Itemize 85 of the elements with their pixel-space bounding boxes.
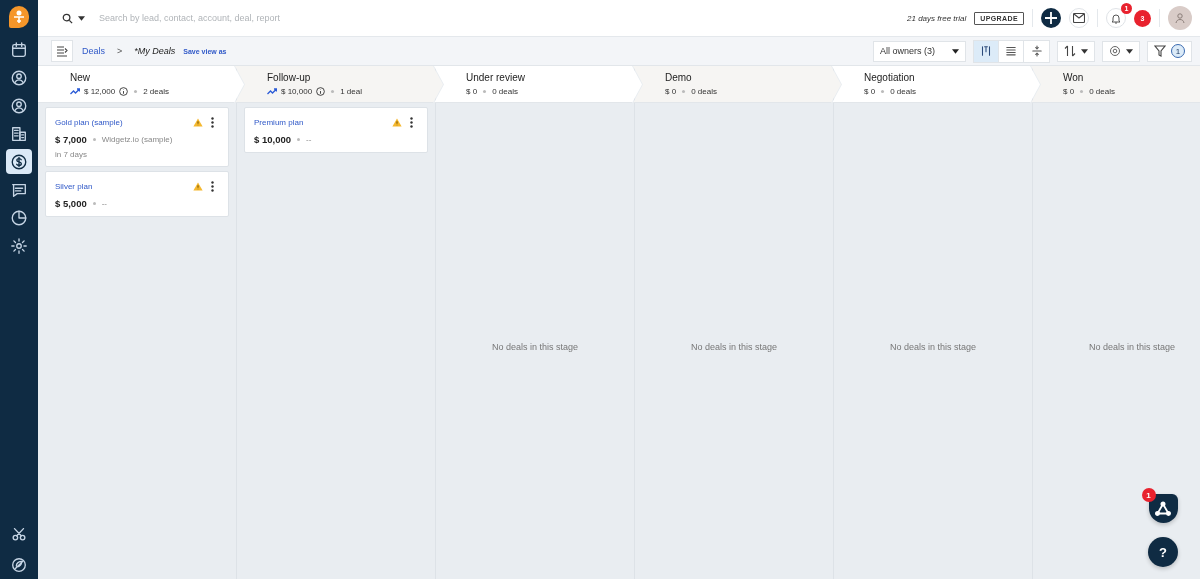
view-mode-button[interactable] — [1024, 40, 1049, 62]
pie-chart-icon — [10, 208, 28, 227]
trial-text: 21 days free trial — [907, 13, 967, 23]
deal-card[interactable]: Gold plan (sample) $ 7,000 Widgetz.io (sample) in 7 days — [45, 107, 229, 167]
deal-title[interactable]: Gold plan (sample) — [55, 118, 185, 127]
assistant-button[interactable] — [1148, 494, 1178, 523]
building-icon — [10, 124, 28, 143]
help-button[interactable]: ? — [1148, 537, 1178, 567]
logo-icon[interactable] — [9, 6, 29, 28]
notifications-button[interactable] — [1106, 8, 1126, 28]
calendar-icon — [10, 40, 28, 59]
deal-count: 1 deal — [340, 87, 362, 96]
due-text: in 7 days — [55, 150, 89, 159]
stage-amount: $ 12,000 — [84, 87, 116, 96]
stage-amount: $ 10,000 — [281, 87, 313, 96]
deal-amount: $ 7,000 — [55, 134, 87, 145]
settings-button[interactable] — [1102, 40, 1140, 62]
notification-badge: 1 — [1141, 488, 1156, 502]
bell-icon — [1110, 12, 1122, 24]
caret-icon — [78, 15, 85, 21]
view-mode-button[interactable] — [974, 40, 999, 62]
stage-name: Demo — [665, 72, 693, 83]
caret-icon — [1081, 48, 1088, 54]
deal-card[interactable]: Silver plan $ 5,000 -- — [45, 171, 229, 217]
sort-button[interactable] — [1057, 40, 1095, 62]
nav-item[interactable] — [6, 149, 32, 174]
mail-button[interactable] — [1069, 8, 1089, 28]
breadcrumb-separator: > — [117, 46, 123, 56]
empty-stage-text: No deals in this stage — [491, 342, 579, 352]
filter-icon — [1154, 45, 1166, 57]
info-icon[interactable] — [316, 87, 326, 96]
deal-count: 0 deals — [1089, 87, 1115, 96]
deal-amount: $ 10,000 — [254, 134, 291, 145]
plus-icon — [1044, 11, 1058, 25]
stage-name: Follow-up — [267, 72, 312, 83]
view-name: *My Deals — [134, 46, 176, 56]
info-icon[interactable] — [119, 87, 129, 96]
deal-title[interactable]: Silver plan — [55, 182, 185, 191]
caret-icon — [1126, 48, 1133, 54]
stage-amount: $ 0 — [1063, 87, 1075, 96]
deal-count: 0 deals — [890, 87, 916, 96]
more-options-icon[interactable] — [211, 117, 214, 128]
more-options-icon[interactable] — [410, 117, 413, 128]
company-name: -- — [306, 135, 312, 144]
stage-amount: $ 0 — [864, 87, 876, 96]
view-mode-toggle[interactable] — [973, 39, 1050, 63]
empty-stage-text: No deals in this stage — [1088, 342, 1176, 352]
caret-icon — [952, 48, 959, 54]
stage-name: New — [70, 72, 91, 83]
stage-name: Under review — [466, 72, 526, 83]
split-view-icon — [1029, 44, 1044, 58]
person-icon — [10, 96, 28, 115]
sort-icon — [1064, 45, 1076, 57]
company-name: Widgetz.io (sample) — [101, 135, 173, 144]
stage-name: Negotiation — [864, 72, 916, 83]
deal-amount: $ 5,000 — [55, 198, 87, 209]
deal-title[interactable]: Premium plan — [254, 118, 384, 127]
company-name: -- — [101, 199, 108, 208]
avatar[interactable] — [1168, 6, 1192, 30]
mail-icon — [1073, 13, 1085, 23]
dollar-icon — [10, 152, 28, 171]
search-icon — [62, 12, 73, 24]
deal-count: 2 deals — [143, 87, 169, 96]
network-icon — [1154, 500, 1172, 517]
empty-stage-text: No deals in this stage — [889, 342, 977, 352]
search-scope-dropdown[interactable] — [62, 12, 85, 24]
person-icon — [1174, 12, 1186, 24]
empty-stage-text: No deals in this stage — [690, 342, 778, 352]
stage-amount: $ 0 — [665, 87, 677, 96]
breadcrumb-link[interactable]: Deals — [82, 46, 105, 56]
collapse-panel-button[interactable] — [51, 40, 73, 62]
deal-count: 0 deals — [691, 87, 717, 96]
stage-amount: $ 0 — [466, 87, 478, 96]
owner-dropdown[interactable]: All owners (3) — [873, 40, 966, 62]
more-options-icon[interactable] — [211, 181, 214, 192]
contact-icon — [10, 68, 28, 87]
deal-card[interactable]: Premium plan $ 10,000 -- — [244, 107, 428, 153]
add-button[interactable] — [1041, 8, 1061, 28]
deal-count: 0 deals — [492, 87, 518, 96]
filter-button[interactable]: 1 — [1147, 40, 1192, 62]
list-view-icon — [1004, 44, 1018, 58]
stage-name: Won — [1063, 72, 1085, 83]
panel-icon — [56, 45, 68, 57]
board-view-icon — [979, 44, 993, 58]
view-mode-button[interactable] — [999, 40, 1024, 62]
